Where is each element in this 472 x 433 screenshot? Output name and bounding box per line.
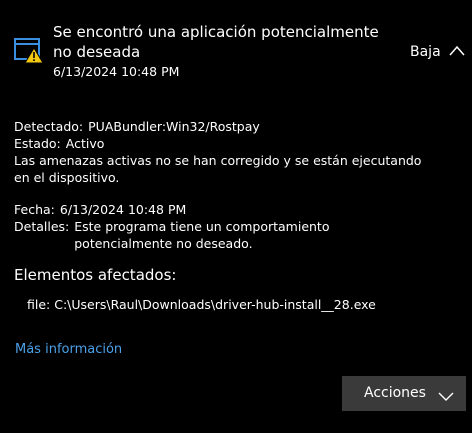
status-label: Estado: — [14, 136, 61, 151]
date-value: 6/13/2024 10:48 PM — [59, 202, 187, 217]
severity-label: Baja — [410, 44, 441, 60]
actions-button-label: Acciones — [364, 385, 426, 401]
detected-value: PUABundler:Win32/Rostpay — [88, 119, 260, 134]
details-value: Este programa tiene un comportamiento po… — [74, 219, 330, 251]
detection-info: Detectado: PUABundler:Win32/Rostpay Estad… — [14, 118, 464, 186]
details-row: Detalles: Este programa tiene un comport… — [14, 218, 464, 252]
details-label: Detalles: — [14, 219, 70, 234]
affected-file-path: file: C:\Users\Raul\Downloads\driver-hub… — [27, 297, 376, 312]
status-value: Activo — [65, 136, 105, 151]
notification-timestamp: 6/13/2024 10:48 PM — [53, 64, 180, 79]
status-row: Estado: Activo — [14, 135, 464, 152]
detected-label: Detectado: — [14, 119, 84, 134]
status-message: Las amenazas activas no se han corregido… — [14, 153, 422, 185]
date-label: Fecha: — [14, 202, 55, 217]
more-info-link[interactable]: Más información — [15, 341, 122, 359]
date-info: Fecha: 6/13/2024 10:48 PM Detalles: Este … — [14, 201, 464, 252]
threat-details-panel: Se encontró una aplicación potencialment… — [0, 0, 472, 433]
chevron-up-icon[interactable] — [448, 43, 466, 59]
chevron-down-icon — [438, 387, 454, 401]
affected-items-heading: Elementos afectados: — [14, 266, 177, 284]
notification-title: Se encontró una aplicación potencialment… — [53, 23, 379, 61]
detected-row: Detectado: PUABundler:Win32/Rostpay — [14, 118, 464, 135]
threat-header[interactable]: Se encontró una aplicación potencialment… — [0, 0, 472, 88]
date-row: Fecha: 6/13/2024 10:48 PM — [14, 201, 464, 218]
actions-button[interactable]: Acciones — [342, 376, 466, 411]
threat-warning-icon — [14, 38, 44, 64]
